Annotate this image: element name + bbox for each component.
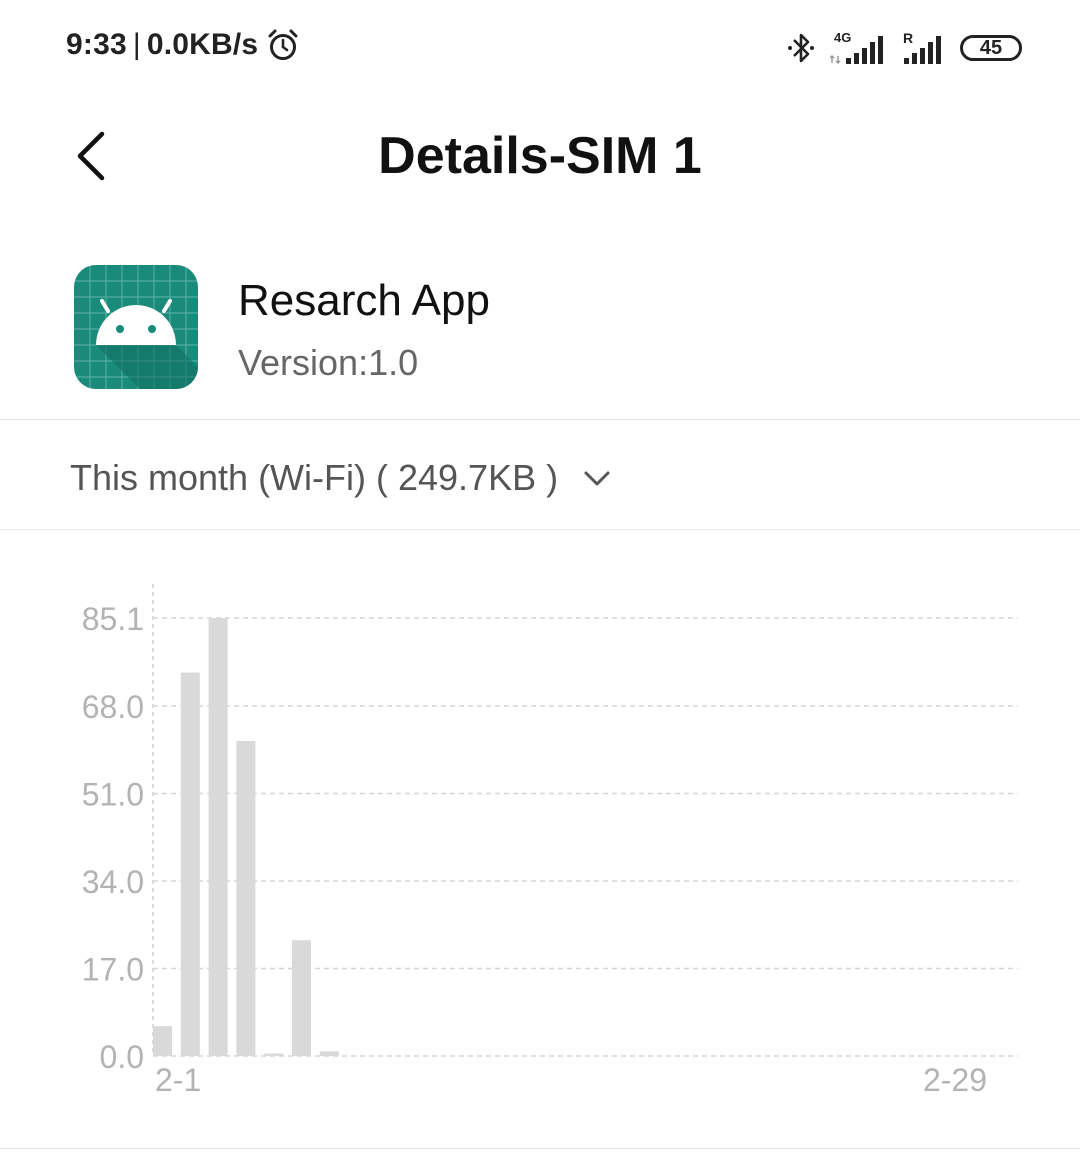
network-speed: 0.0KB/s	[146, 28, 259, 61]
status-right: 4G R 45	[786, 28, 1022, 68]
status-left: 9:33 | 0.0KB/s	[66, 28, 300, 62]
divider	[0, 529, 1080, 530]
app-version: Version:1.0	[238, 342, 419, 383]
period-label: This month (Wi-Fi) ( 249.7KB )	[70, 457, 559, 498]
android-app-icon	[74, 265, 198, 389]
battery-icon: 45	[960, 35, 1022, 61]
divider	[0, 419, 1080, 420]
battery-level: 45	[979, 36, 1003, 59]
signal-roaming-icon: R	[903, 30, 941, 64]
chart-bar	[180, 672, 200, 1056]
chart-bar	[153, 1026, 172, 1056]
roaming-label: R	[903, 30, 913, 46]
bluetooth-icon	[788, 33, 814, 63]
chart-bar	[208, 618, 228, 1056]
alarm-icon	[268, 29, 298, 60]
app-icon	[74, 265, 198, 389]
chart-bar	[264, 1053, 284, 1056]
chart-bar	[319, 1051, 339, 1056]
status-bar: 9:33 | 0.0KB/s 4G R 45	[0, 0, 1080, 96]
period-selector[interactable]: This month (Wi-Fi) ( 249.7KB )	[70, 448, 612, 508]
y-tick-label: 51.0	[82, 777, 144, 813]
usage-chart: 0.0 17.0 34.0 51.0 68.0 85.1 2-1 2-29	[82, 584, 1018, 1098]
y-tick-label: 85.1	[82, 601, 144, 637]
page-title: Details-SIM 1	[378, 127, 702, 185]
status-separator: |	[132, 28, 141, 61]
x-tick-label: 2-29	[923, 1062, 987, 1098]
y-tick-label: 68.0	[82, 689, 144, 725]
signal-4g-icon: 4G	[830, 30, 883, 65]
network-type-label: 4G	[834, 30, 851, 45]
chevron-down-icon	[584, 471, 610, 486]
y-tick-label: 17.0	[82, 952, 144, 988]
y-tick-label: 0.0	[100, 1039, 144, 1075]
y-tick-label: 34.0	[82, 864, 144, 900]
divider	[0, 1148, 1080, 1149]
status-time: 9:33	[66, 28, 127, 61]
x-tick-label: 2-1	[155, 1062, 201, 1098]
chart-bar	[292, 940, 311, 1056]
chart-bar	[236, 741, 256, 1056]
app-name: Resarch App	[238, 276, 490, 325]
